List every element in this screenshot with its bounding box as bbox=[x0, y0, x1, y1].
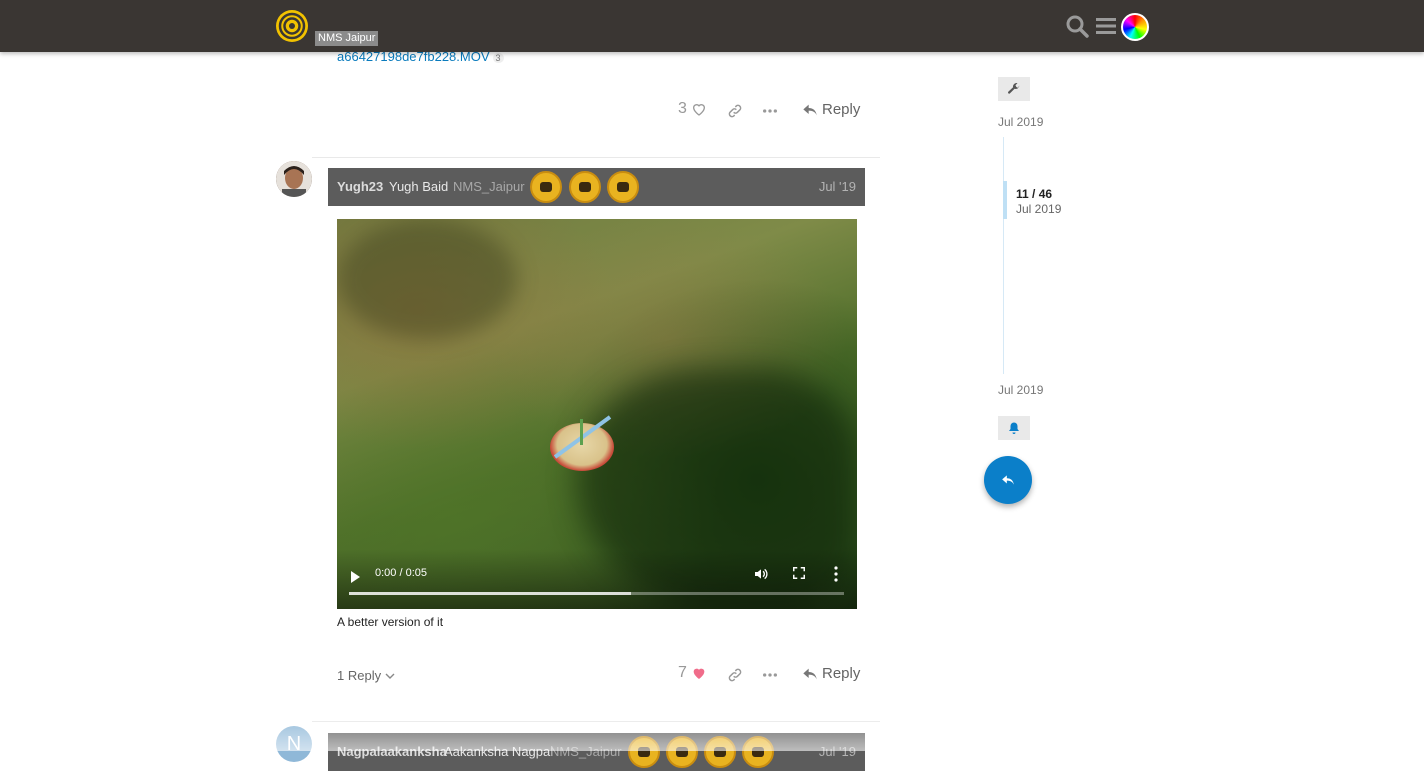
post-divider bbox=[312, 721, 880, 722]
author-avatar[interactable] bbox=[276, 161, 312, 197]
more-options-icon[interactable] bbox=[762, 668, 778, 682]
reply-arrow-icon bbox=[803, 668, 817, 679]
timeline-position-date: Jul 2019 bbox=[1016, 202, 1062, 216]
replies-label: 1 Reply bbox=[337, 668, 382, 683]
link-click-count: 3 bbox=[492, 52, 504, 63]
heart-outline-icon bbox=[692, 104, 705, 116]
play-icon[interactable] bbox=[351, 571, 360, 583]
post-username[interactable]: Yugh23 bbox=[337, 179, 383, 194]
badge-icon[interactable] bbox=[607, 171, 639, 203]
badge-icon[interactable] bbox=[704, 736, 736, 768]
user-avatar[interactable] bbox=[1121, 13, 1149, 41]
video-progress-bar[interactable] bbox=[349, 592, 844, 595]
replies-toggle[interactable]: 1 Reply bbox=[337, 668, 395, 683]
video-object-stick bbox=[580, 419, 583, 445]
fullscreen-icon[interactable] bbox=[792, 566, 806, 580]
reply-arrow-icon bbox=[1002, 475, 1014, 485]
post-date[interactable]: Jul '19 bbox=[819, 179, 856, 194]
heart-filled-icon bbox=[693, 668, 705, 679]
badge-icon[interactable] bbox=[666, 736, 698, 768]
like-button[interactable]: 3 bbox=[678, 100, 707, 118]
avatar-face bbox=[276, 161, 312, 197]
video-more-options-icon[interactable] bbox=[833, 566, 839, 582]
notifications-button[interactable] bbox=[998, 416, 1030, 440]
badge-icon[interactable] bbox=[530, 171, 562, 203]
site-name[interactable]: NMS Jaipur bbox=[315, 31, 379, 46]
timeline-position: 11 / 46 bbox=[1016, 187, 1053, 201]
volume-icon[interactable] bbox=[753, 566, 769, 582]
site-header: NMS Jaipur bbox=[0, 0, 1424, 52]
like-count: 3 bbox=[678, 100, 687, 117]
post-divider bbox=[312, 157, 880, 158]
timeline-handle[interactable] bbox=[1003, 181, 1007, 219]
post-meta-bar: Yugh23 Yugh Baid NMS_Jaipur Jul '19 bbox=[328, 168, 865, 206]
reply-label: Reply bbox=[822, 665, 861, 682]
video-time: 0:00 / 0:05 bbox=[375, 567, 427, 579]
wrench-icon bbox=[1008, 83, 1020, 94]
video-shade bbox=[337, 219, 517, 339]
next-post-date[interactable]: Jul '19 bbox=[819, 744, 856, 759]
video-player[interactable]: 0:00 / 0:05 bbox=[337, 219, 857, 609]
next-post-group[interactable]: NMS_Jaipur bbox=[550, 744, 622, 759]
share-link-icon[interactable] bbox=[727, 103, 743, 119]
badge-icon[interactable] bbox=[569, 171, 601, 203]
reply-label: Reply bbox=[822, 101, 861, 118]
timeline-top-date[interactable]: Jul 2019 bbox=[998, 115, 1043, 129]
chevron-down-icon bbox=[385, 673, 395, 679]
post-caption: A better version of it bbox=[337, 615, 444, 629]
reply-button[interactable]: Reply bbox=[802, 665, 860, 682]
video-progress-fill bbox=[349, 592, 632, 595]
post-full-name[interactable]: Yugh Baid bbox=[389, 179, 448, 194]
bell-icon bbox=[1009, 422, 1019, 434]
reply-arrow-icon bbox=[803, 104, 817, 115]
badge-icon[interactable] bbox=[742, 736, 774, 768]
hamburger-menu-icon[interactable] bbox=[1094, 14, 1118, 38]
post-group[interactable]: NMS_Jaipur bbox=[453, 179, 525, 194]
more-options-icon[interactable] bbox=[762, 104, 778, 118]
spiral-logo-icon[interactable] bbox=[275, 9, 309, 43]
reply-floating-button[interactable] bbox=[984, 456, 1032, 504]
next-post-full-name[interactable]: Aakanksha Nagpal bbox=[444, 744, 553, 759]
reply-button[interactable]: Reply bbox=[802, 101, 860, 118]
badge-icon[interactable] bbox=[628, 736, 660, 768]
search-icon[interactable] bbox=[1065, 14, 1089, 38]
timeline-bottom-date[interactable]: Jul 2019 bbox=[998, 383, 1043, 397]
next-author-avatar[interactable]: N bbox=[276, 726, 312, 762]
admin-wrench-button[interactable] bbox=[998, 77, 1030, 101]
like-button[interactable]: 7 bbox=[678, 664, 707, 682]
video-controls: 0:00 / 0:05 bbox=[337, 549, 857, 609]
timeline-track[interactable] bbox=[1003, 137, 1004, 374]
share-link-icon[interactable] bbox=[727, 667, 743, 683]
next-post-meta-bar: Nagpalaakanksha Aakanksha Nagpal NMS_Jai… bbox=[328, 733, 865, 771]
like-count: 7 bbox=[678, 664, 687, 681]
next-post-username[interactable]: Nagpalaakanksha bbox=[337, 744, 447, 759]
